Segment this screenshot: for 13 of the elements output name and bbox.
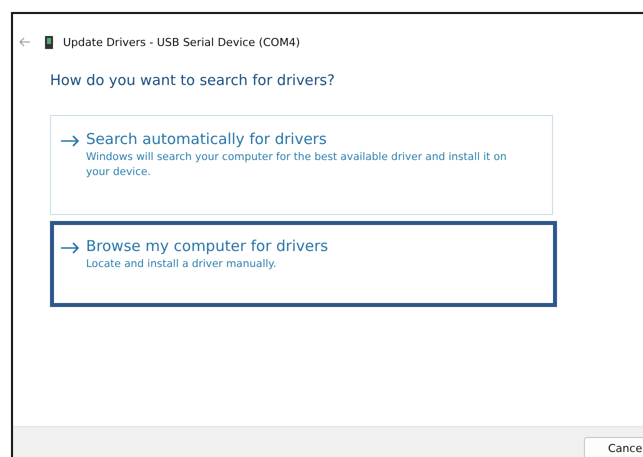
arrow-icon	[60, 135, 80, 147]
device-icon	[45, 36, 53, 48]
option-title: Search automatically for drivers	[86, 130, 328, 148]
heading: How do you want to search for drivers?	[50, 73, 336, 89]
option-card[interactable]: Browse my computer for drivers Locate and install a driver manually.	[50, 221, 557, 307]
option-description: Windows will search your computer for the best available driver and install it on your device.	[86, 150, 508, 180]
arrow-icon	[60, 242, 80, 254]
cancel-button[interactable]: Cancel	[584, 437, 643, 457]
option-description: Locate and install a driver manually.	[86, 257, 278, 272]
option-card[interactable]: Search automatically for drivers Windows will search your computer for the best available driver and install it on your device.	[50, 115, 553, 215]
option-title: Browse my computer for drivers	[86, 237, 330, 255]
back-arrow-icon[interactable]	[19, 37, 31, 47]
window-title: Update Drivers - USB Serial Device (COM4)	[63, 36, 300, 48]
